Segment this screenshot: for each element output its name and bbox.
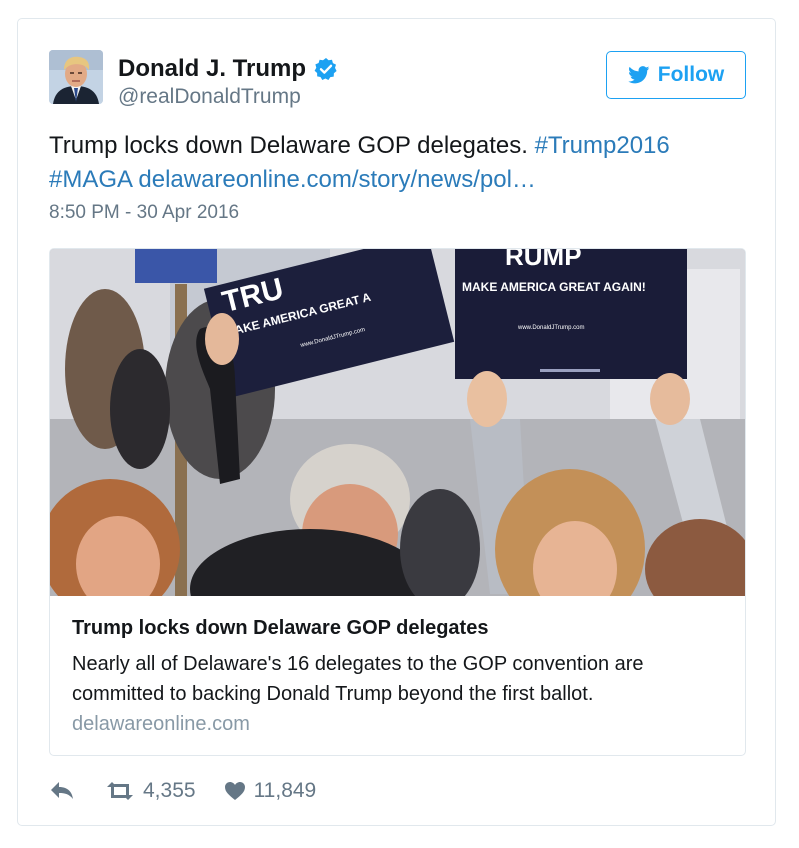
hashtag-link[interactable]: #Trump2016 bbox=[535, 132, 670, 159]
tweet-text: Trump locks down Delaware GOP delegates.… bbox=[49, 129, 729, 197]
like-count: 11,849 bbox=[253, 779, 317, 802]
rally-photo: TRU MAKE AMERICA GREAT A www.DonaldJTrum… bbox=[50, 249, 745, 596]
article-url-link[interactable]: delawareonline.com/story/news/pol… bbox=[138, 166, 536, 193]
heart-icon bbox=[224, 782, 245, 800]
author-name[interactable]: Donald J. Trump bbox=[118, 55, 306, 83]
reply-icon bbox=[51, 782, 73, 799]
follow-label: Follow bbox=[657, 63, 725, 86]
tweet-timestamp[interactable]: 8:50 PM - 30 Apr 2016 bbox=[49, 202, 239, 224]
sign-top-text: RUMP bbox=[505, 249, 582, 271]
card-description: Nearly all of Delaware's 16 delegates to… bbox=[72, 653, 644, 705]
tweet-actions: 4,355 11,849 bbox=[49, 779, 316, 803]
sign-url-text: www.DonaldJTrump.com bbox=[517, 325, 584, 331]
avatar[interactable] bbox=[49, 50, 103, 104]
tweet-card: Donald J. Trump @realDonaldTrump Follow … bbox=[17, 18, 776, 826]
retweet-count: 4,355 bbox=[143, 779, 196, 802]
tweet-body: Trump locks down Delaware GOP delegates. bbox=[49, 132, 528, 159]
card-domain: delawareonline.com bbox=[72, 713, 250, 735]
retweet-icon bbox=[107, 782, 133, 800]
link-preview-card[interactable]: TRU MAKE AMERICA GREAT A www.DonaldJTrum… bbox=[49, 248, 746, 756]
follow-button[interactable]: Follow bbox=[606, 51, 746, 99]
like-button[interactable]: 11,849 bbox=[224, 779, 317, 803]
author-name-row: Donald J. Trump bbox=[118, 55, 338, 83]
twitter-bird-icon bbox=[627, 66, 650, 84]
verified-badge-icon bbox=[314, 58, 337, 80]
retweet-button[interactable]: 4,355 bbox=[105, 779, 196, 803]
sign-slogan-text: MAKE AMERICA GREAT AGAIN! bbox=[462, 280, 646, 294]
author-handle[interactable]: @realDonaldTrump bbox=[118, 85, 301, 109]
reply-button[interactable] bbox=[49, 780, 75, 802]
avatar-image bbox=[49, 50, 103, 104]
hashtag-link[interactable]: #MAGA bbox=[49, 166, 132, 193]
card-title[interactable]: Trump locks down Delaware GOP delegates bbox=[72, 617, 488, 640]
